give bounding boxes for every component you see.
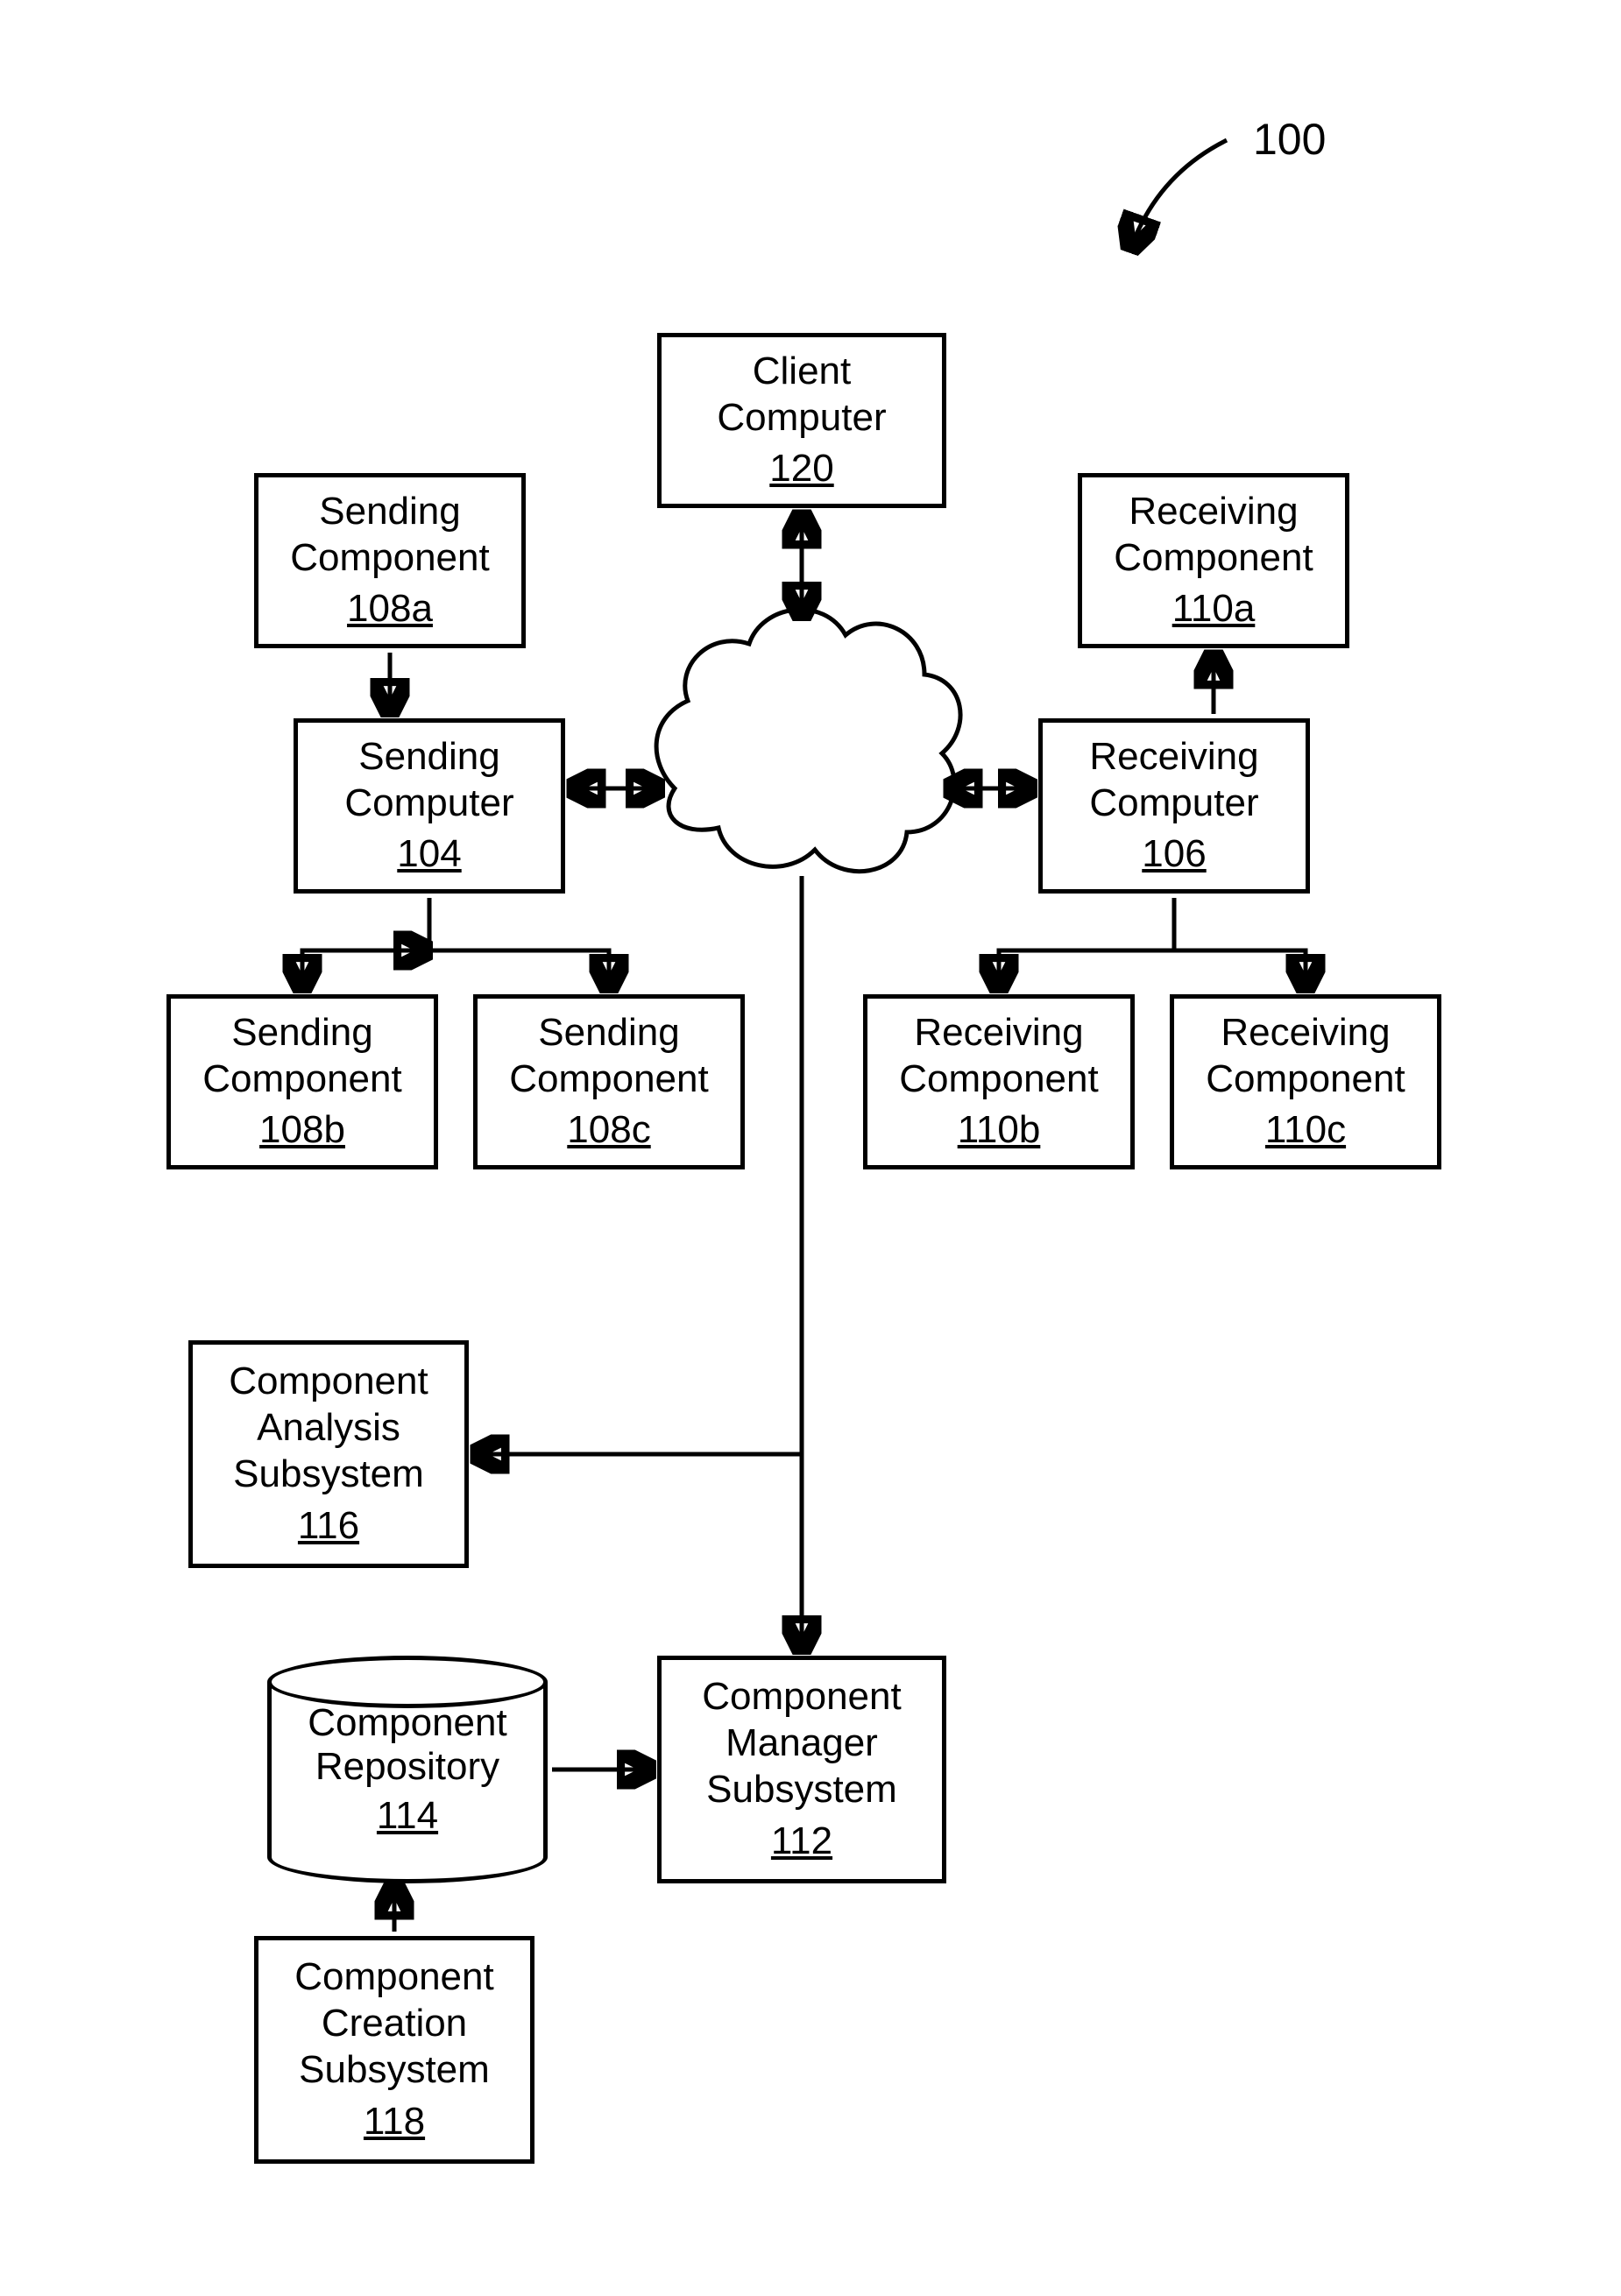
node-ref: 112 [771,1819,832,1865]
node-line: Sending [538,1010,679,1056]
node-line: Subsystem [233,1452,424,1498]
node-line: Subsystem [299,2047,490,2094]
node-line: Repository [315,1745,499,1789]
node-ref: 110a [1172,586,1256,632]
node-line: Component [290,535,489,582]
edge-104-108c [429,950,609,990]
node-line: Sending [319,489,460,535]
node-ref: 108c [567,1107,650,1154]
node-ref: 114 [377,1794,438,1838]
node-analysis-subsystem: Component Analysis Subsystem 116 [188,1340,469,1568]
node-line: Receiving [914,1010,1083,1056]
node-client-computer: Client Computer 120 [657,333,946,508]
node-ref: 120 [769,446,833,492]
node-line: Receiving [1089,734,1258,781]
node-line: Component [1114,535,1313,582]
node-line: Component [229,1359,428,1405]
cloud-icon [656,610,960,872]
node-line: Client [753,349,852,395]
node-line: Sending [231,1010,372,1056]
node-line: Computer [344,781,513,827]
node-line: Analysis [257,1405,400,1452]
node-line: Component [509,1056,708,1103]
node-line: Component [1206,1056,1405,1103]
edge-106-110c [1174,950,1306,990]
diagram-stage: 100 Client Computer 120 Sending Componen… [0,0,1621,2296]
edge-104-108b [302,950,429,990]
ref-arrow-100 [1130,140,1227,250]
node-receiving-computer: Receiving Computer 106 [1038,718,1310,894]
node-ref: 118 [364,2099,425,2145]
node-line: Component [202,1056,401,1103]
node-creation-subsystem: Component Creation Subsystem 118 [254,1936,534,2164]
node-sending-component-c: Sending Component 108c [473,994,745,1169]
node-line: Creation [322,2001,467,2047]
edge-106-110b [999,950,1174,990]
node-line: Manager [726,1720,878,1767]
node-sending-component-a: Sending Component 108a [254,473,526,648]
node-line: Subsystem [706,1767,897,1813]
node-line: Receiving [1221,1010,1390,1056]
node-sending-computer: Sending Computer 104 [294,718,565,894]
node-line: Component [702,1674,901,1720]
node-line: Component [294,1954,493,2001]
node-ref: 110b [958,1107,1041,1154]
node-line: Component [899,1056,1098,1103]
node-ref: 104 [397,831,461,878]
node-ref: 116 [298,1503,359,1550]
diagram-ref-100: 100 [1253,114,1326,165]
node-line: Computer [1089,781,1258,827]
node-manager-subsystem: Component Manager Subsystem 112 [657,1656,946,1883]
node-receiving-component-c: Receiving Component 110c [1170,994,1441,1169]
node-sending-component-b: Sending Component 108b [166,994,438,1169]
node-ref: 108a [347,586,433,632]
node-receiving-component-b: Receiving Component 110b [863,994,1135,1169]
node-ref: 108b [259,1107,345,1154]
node-ref: 110c [1265,1107,1346,1154]
node-line: Sending [358,734,499,781]
node-line: Receiving [1129,489,1298,535]
node-receiving-component-a: Receiving Component 110a [1078,473,1349,648]
node-line: Computer [717,395,886,442]
node-ref: 106 [1142,831,1206,878]
node-component-repository: Component Repository 114 [267,1656,548,1883]
